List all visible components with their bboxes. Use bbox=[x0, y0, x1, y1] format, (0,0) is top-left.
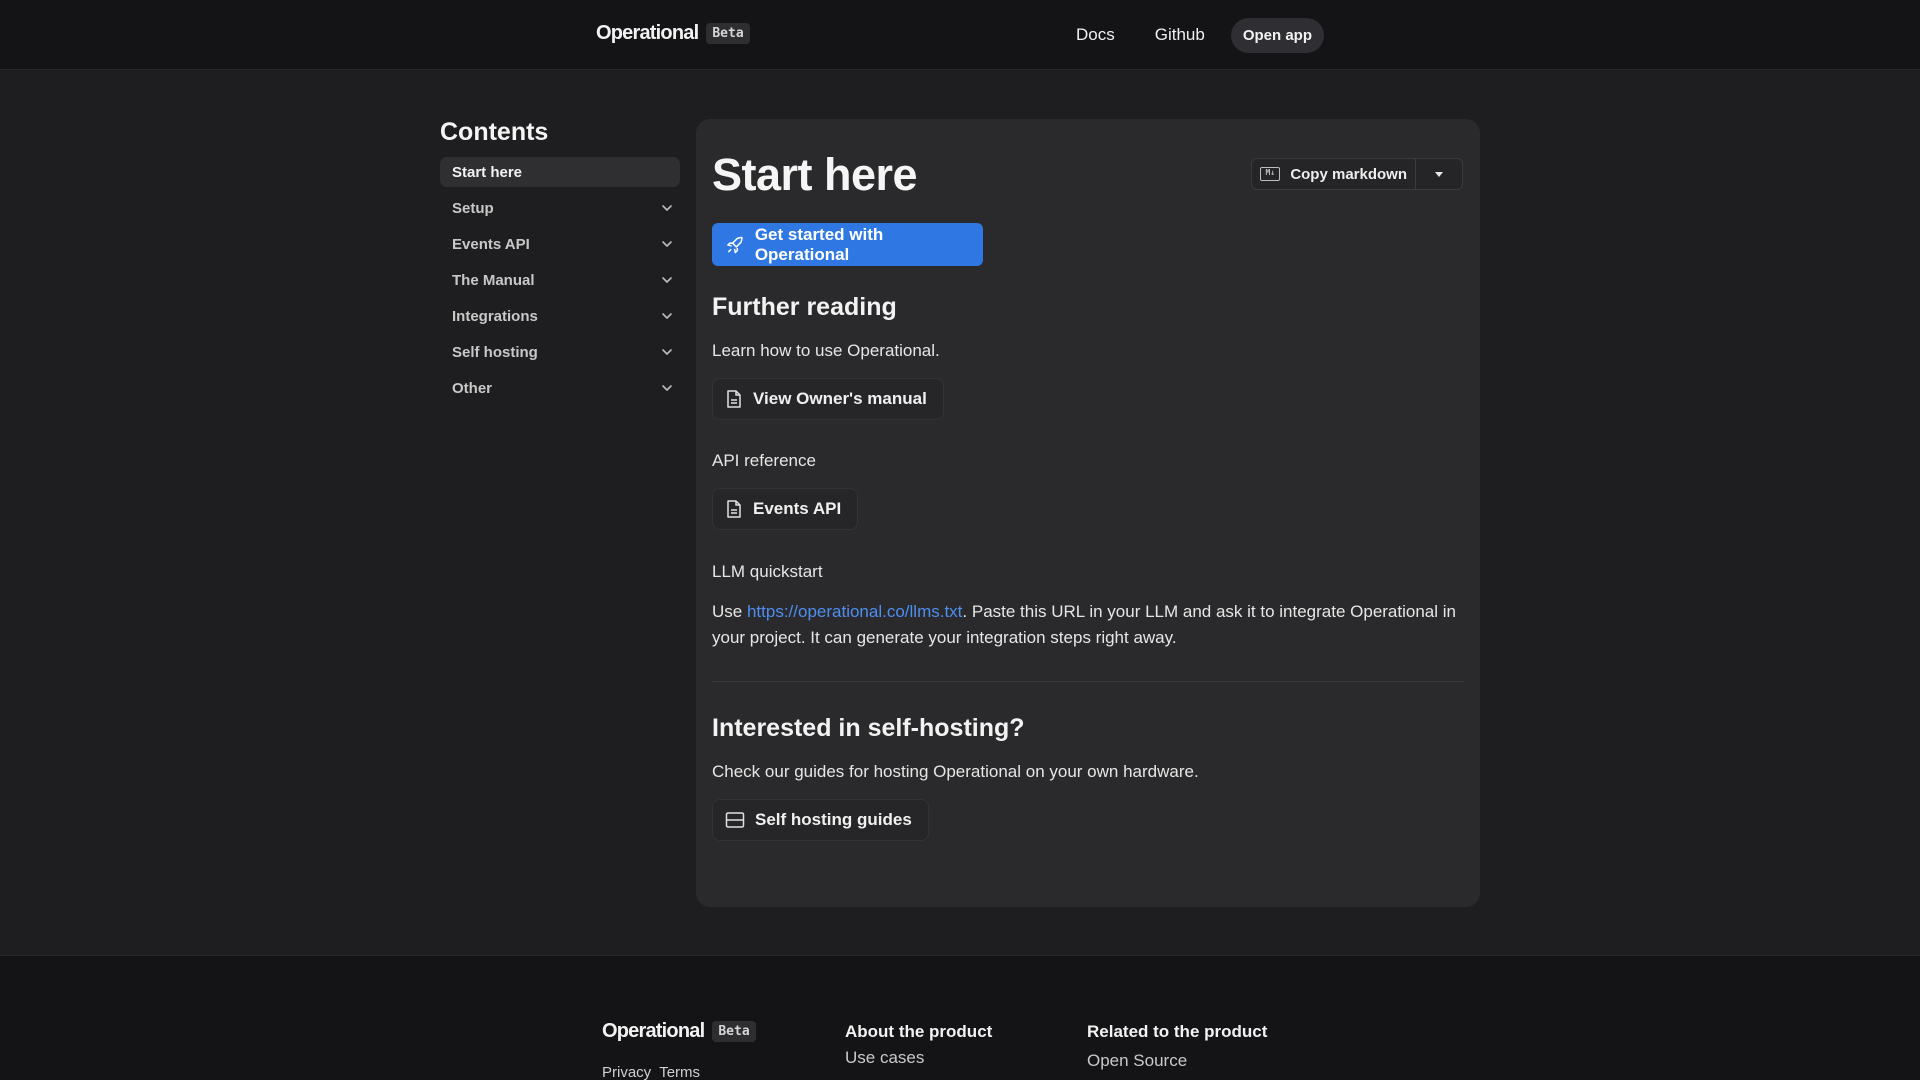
sidebar-item-setup[interactable]: Setup bbox=[440, 193, 680, 223]
footer-legal-links: Privacy Terms bbox=[602, 1064, 700, 1080]
self-hosting-guides-label: Self hosting guides bbox=[755, 810, 912, 829]
sidebar-item-self-hosting[interactable]: Self hosting bbox=[440, 337, 680, 367]
get-started-button[interactable]: Get started with Operational bbox=[712, 223, 983, 266]
copy-markdown-button[interactable]: M↓ Copy markdown bbox=[1252, 159, 1416, 189]
footer-brand-name[interactable]: Operational bbox=[602, 1020, 705, 1043]
use-cases-link[interactable]: Use cases bbox=[845, 1048, 992, 1068]
terms-link[interactable]: Terms bbox=[659, 1064, 700, 1080]
copy-markdown-dropdown[interactable] bbox=[1416, 159, 1462, 189]
chevron-down-icon[interactable] bbox=[660, 201, 674, 215]
llm-prefix: Use bbox=[712, 602, 747, 621]
copy-markdown-label: Copy markdown bbox=[1290, 165, 1407, 183]
sidebar-title: Contents bbox=[440, 118, 549, 146]
footer-beta-badge: Beta bbox=[712, 1021, 756, 1042]
nav-docs-link[interactable]: Docs bbox=[1062, 17, 1129, 53]
nav-github-link[interactable]: Github bbox=[1141, 17, 1219, 53]
llm-quickstart-label: LLM quickstart bbox=[712, 562, 823, 581]
open-app-button[interactable]: Open app bbox=[1230, 17, 1324, 53]
sidebar-item-label: Self hosting bbox=[452, 343, 538, 361]
caret-down-icon bbox=[1435, 172, 1443, 177]
footer-about-title: About the product bbox=[845, 1022, 993, 1041]
sidebar-item-other[interactable]: Other bbox=[440, 373, 680, 403]
document-icon bbox=[727, 390, 741, 408]
footer-related-column: Related to the product Open Source bbox=[1087, 1022, 1267, 1071]
api-reference-label: API reference bbox=[712, 451, 816, 470]
rocket-icon bbox=[727, 236, 743, 253]
footer-brand[interactable]: Operational Beta bbox=[602, 1020, 756, 1043]
self-hosting-heading: Interested in self-hosting? bbox=[712, 714, 1025, 742]
sidebar-item-label: Other bbox=[452, 379, 493, 397]
document-icon bbox=[727, 500, 741, 518]
footer-about-column: About the product Use cases bbox=[845, 1022, 992, 1068]
self-hosting-guides-button[interactable]: Self hosting guides bbox=[712, 799, 929, 841]
footer: Operational Beta Privacy Terms About the… bbox=[0, 955, 1920, 1080]
sidebar-item-label: The Manual bbox=[452, 271, 535, 289]
chevron-down-icon[interactable] bbox=[660, 273, 674, 287]
events-api-label: Events API bbox=[753, 499, 842, 518]
sidebar-item-label: Integrations bbox=[452, 307, 538, 325]
top-navbar: Operational Beta Docs Github Open app bbox=[0, 0, 1920, 70]
server-icon bbox=[725, 812, 745, 828]
view-owners-manual-label: View Owner's manual bbox=[753, 389, 927, 408]
chevron-down-icon[interactable] bbox=[660, 381, 674, 395]
llms-txt-link[interactable]: https://operational.co/llms.txt bbox=[747, 602, 962, 621]
copy-markdown-control: M↓ Copy markdown bbox=[1251, 158, 1463, 190]
sidebar-item-integrations[interactable]: Integrations bbox=[440, 301, 680, 331]
self-hosting-text: Check our guides for hosting Operational… bbox=[712, 762, 1199, 781]
markdown-icon: M↓ bbox=[1260, 167, 1281, 181]
further-reading-intro: Learn how to use Operational. bbox=[712, 341, 940, 360]
sidebar-item-label: Events API bbox=[452, 235, 530, 253]
page-title: Start here bbox=[712, 149, 918, 200]
main-content-card: Start here M↓ Copy markdown Get started … bbox=[696, 119, 1480, 907]
header-nav: Docs Github Open app bbox=[1062, 17, 1324, 53]
sidebar-item-label: Start here bbox=[452, 163, 523, 181]
llm-quickstart-text: Use https://operational.co/llms.txt. Pas… bbox=[712, 599, 1464, 651]
get-started-label: Get started with Operational bbox=[754, 224, 884, 264]
sidebar-item-start-here[interactable]: Start here bbox=[440, 157, 680, 187]
brand-logo[interactable]: Operational Beta bbox=[596, 22, 750, 45]
view-owners-manual-button[interactable]: View Owner's manual bbox=[712, 378, 944, 420]
section-divider bbox=[712, 681, 1464, 682]
brand-name[interactable]: Operational bbox=[596, 22, 699, 45]
further-reading-heading: Further reading bbox=[712, 293, 897, 321]
chevron-down-icon[interactable] bbox=[660, 345, 674, 359]
events-api-button[interactable]: Events API bbox=[712, 488, 859, 530]
open-source-link[interactable]: Open Source bbox=[1087, 1051, 1267, 1071]
sidebar-item-events-api[interactable]: Events API bbox=[440, 229, 680, 259]
privacy-link[interactable]: Privacy bbox=[602, 1064, 651, 1080]
sidebar-item-label: Setup bbox=[452, 199, 494, 217]
chevron-down-icon[interactable] bbox=[660, 309, 674, 323]
footer-related-title: Related to the product bbox=[1087, 1022, 1268, 1041]
sidebar-item-the-manual[interactable]: The Manual bbox=[440, 265, 680, 295]
beta-badge: Beta bbox=[706, 23, 750, 44]
contents-sidebar: Contents Start here Setup Events API The… bbox=[440, 118, 680, 409]
chevron-down-icon[interactable] bbox=[660, 237, 674, 251]
